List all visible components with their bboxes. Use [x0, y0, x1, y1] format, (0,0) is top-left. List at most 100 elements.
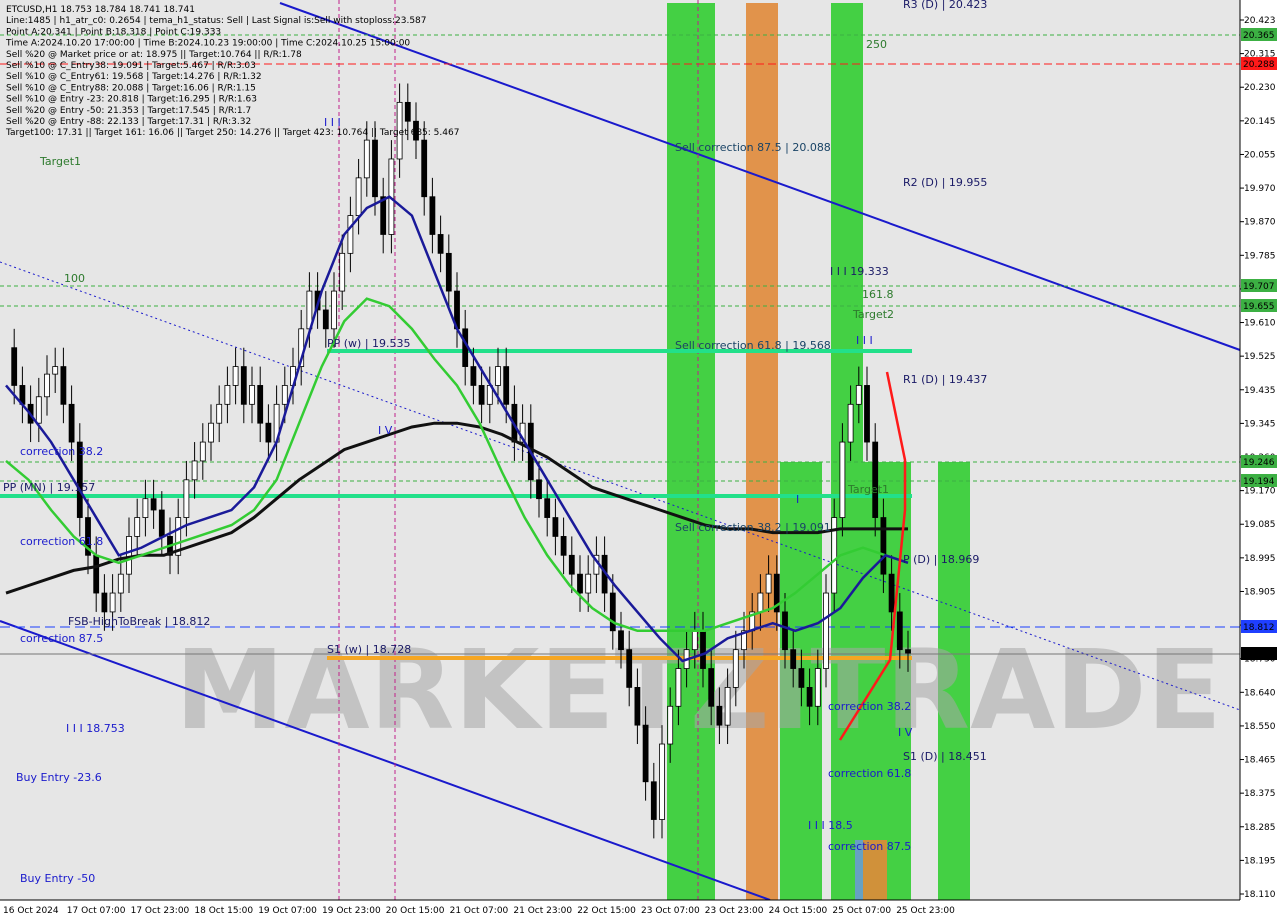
candle-body	[117, 573, 124, 594]
sell-correction-875-label: Sell correction 87.5 | 20.088	[675, 141, 831, 154]
candle-body	[126, 536, 132, 575]
price-tick-label: 19.435	[1244, 386, 1276, 396]
candle-body	[437, 234, 444, 254]
candle-body	[93, 554, 100, 594]
wave-iv-right: I V	[898, 726, 913, 739]
candle-body	[355, 177, 362, 216]
candle-body	[552, 517, 559, 537]
time-axis: 16 Oct 2024 17 Oct 07:00 17 Oct 23:00 18 Oc…	[0, 899, 1280, 920]
candle-body	[478, 385, 485, 405]
price-tick-label: 19.085	[1244, 520, 1276, 530]
level-100-label: 100	[64, 272, 85, 285]
correction-382-right: correction 38.2	[828, 700, 911, 713]
chart-root: MARKETZITRADE ETCUSD,H1 18.753 18.784 18…	[0, 0, 1280, 920]
candle-body	[618, 630, 624, 651]
price-tick-label: 19.610	[1244, 319, 1276, 329]
candle-body	[700, 630, 706, 669]
candle-body	[281, 385, 288, 405]
orange-zone	[746, 3, 778, 900]
candle-body	[896, 611, 903, 651]
candle-body	[708, 668, 715, 707]
info-line: ETCUSD,H1 18.753 18.784 18.741 18.741	[6, 5, 195, 15]
price-tick-label: 19.345	[1244, 419, 1276, 429]
time-tick-label: 23 Oct 23:00	[705, 906, 764, 916]
price-badge-label: 20.288	[1243, 60, 1275, 70]
time-tick-label: 18 Oct 15:00	[194, 906, 253, 916]
candle-body	[626, 649, 633, 688]
candle-body	[265, 422, 272, 443]
candle-body	[798, 668, 805, 688]
sell-correction-618-label: Sell correction 61.8 | 19.568	[675, 339, 831, 352]
candle-body	[642, 724, 649, 783]
target-mid-label: Target1	[847, 483, 889, 496]
info-line: Sell %10 @ Entry -23: 20.818 | Target:16…	[6, 95, 257, 105]
candle-body	[331, 290, 337, 330]
candle-body	[68, 403, 75, 443]
price-tick-label: 19.170	[1244, 487, 1276, 497]
candle-body	[544, 498, 551, 518]
price-chart[interactable]: MARKETZITRADE ETCUSD,H1 18.753 18.784 18…	[0, 0, 1280, 920]
candle-body	[691, 630, 698, 651]
correction-618-right: correction 61.8	[828, 767, 911, 780]
price-tick-label: 19.970	[1244, 184, 1276, 194]
info-line: Sell %10 @ C_Entry38: 19.091 | Target:5.…	[6, 61, 256, 71]
candle-body	[814, 668, 821, 707]
time-tick-label: 20 Oct 15:00	[386, 906, 445, 916]
time-tick-label: 25 Oct 23:00	[896, 906, 955, 916]
price-badge-label: 19.655	[1243, 302, 1275, 312]
candle-body	[240, 366, 247, 405]
candle-body	[872, 441, 879, 518]
target1-label: Target1	[39, 155, 81, 168]
fsb-label: FSB-HighToBreak | 18.812	[68, 615, 210, 628]
candle-body	[52, 366, 59, 375]
candle-body	[790, 649, 797, 669]
candle-body	[634, 687, 641, 726]
candle-body	[659, 743, 665, 820]
r2-daily-label: R2 (D) | 19.955	[903, 176, 987, 189]
candle-body	[757, 592, 764, 613]
time-tick-label: 19 Oct 07:00	[258, 906, 317, 916]
price-tick-label: 18.110	[1244, 890, 1276, 900]
candle-body	[855, 385, 862, 405]
price-tick-label: 20.230	[1244, 83, 1276, 93]
info-line: Sell %20 @ Entry -50: 21.353 | Target:17…	[6, 106, 251, 116]
candle-body	[142, 498, 149, 518]
time-tick-label: 25 Oct 07:00	[832, 906, 891, 916]
candle-body	[765, 573, 772, 594]
candle-body	[322, 309, 329, 330]
price-tick-label: 20.145	[1244, 117, 1276, 127]
time-tick-label: 21 Oct 23:00	[513, 906, 572, 916]
price-badge-label: 19.246	[1243, 458, 1275, 468]
price-tick-label: 18.285	[1244, 823, 1276, 833]
time-tick-label: 19 Oct 23:00	[322, 906, 381, 916]
candle-body	[380, 196, 387, 235]
wave-c-value: I I I 19.333	[830, 265, 889, 278]
price-tick-label: 18.465	[1244, 756, 1276, 766]
candle-body	[216, 403, 223, 424]
candle-body	[224, 385, 231, 405]
candle-body	[782, 611, 788, 651]
price-tick-label: 19.525	[1244, 352, 1276, 362]
price-badge-label: 20.365	[1243, 31, 1275, 41]
candle-body	[577, 573, 583, 594]
time-tick-label: 17 Oct 23:00	[131, 906, 190, 916]
wave-iii-small: I I I	[856, 334, 873, 347]
candle-body	[199, 441, 206, 462]
candle-body	[732, 649, 739, 688]
candle-body	[839, 441, 846, 518]
candle-body	[847, 403, 854, 443]
candle-body	[35, 396, 42, 424]
green-zone	[667, 3, 715, 900]
pp-month-label: PP (MN) | 19.157	[3, 481, 95, 494]
wave-iii-top: I I I	[324, 116, 341, 129]
candle-body	[249, 385, 255, 405]
s1-daily-label: S1 (D) | 18.451	[903, 750, 987, 763]
price-badge-label: 18.741	[1243, 650, 1275, 660]
candle-body	[724, 687, 731, 726]
correction-875-left: correction 87.5	[20, 632, 103, 645]
price-badge-label: 18.812	[1243, 623, 1275, 633]
candle-body	[823, 592, 829, 669]
candle-body	[158, 509, 165, 537]
candle-body	[363, 139, 370, 179]
target2-label: Target2	[852, 308, 894, 321]
